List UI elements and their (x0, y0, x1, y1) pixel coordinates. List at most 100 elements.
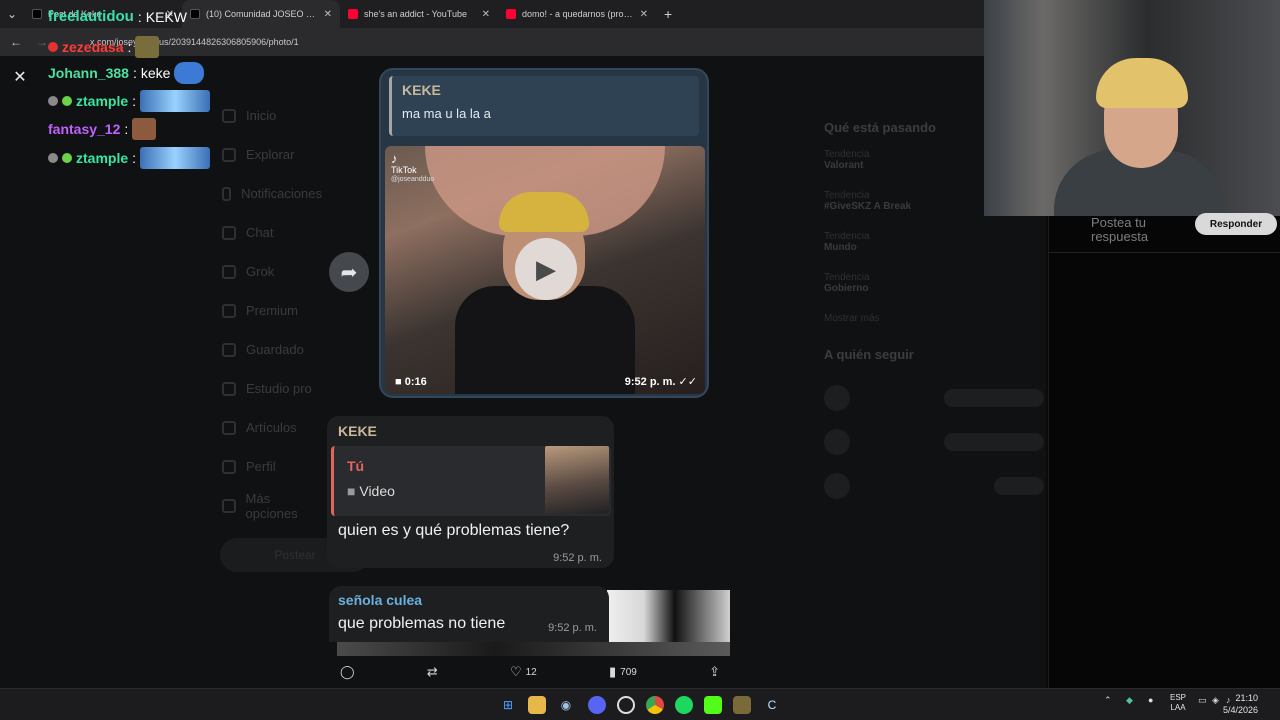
sidebar-item-label: Inicio (246, 108, 277, 123)
x-sidebar: Inicio Explorar Notificaciones Chat Grok… (222, 96, 322, 525)
follow-suggestion[interactable] (824, 420, 1044, 464)
lang-bottom: LAA (1170, 703, 1186, 713)
windows-start-icon[interactable]: ⊞ (499, 696, 517, 714)
new-tab-button[interactable]: + (656, 6, 680, 22)
tab-close-icon[interactable]: ✕ (482, 9, 490, 20)
bookmark-icon (222, 342, 236, 357)
webcam-feed (984, 0, 1280, 216)
sidebar-item-guardado[interactable]: Guardado (222, 330, 322, 369)
chat-badge-icon (62, 96, 72, 106)
taskbar-clock[interactable]: 21:10 5/4/2026 (1223, 693, 1258, 716)
language-indicator[interactable]: ESP LAA (1170, 693, 1186, 714)
chat-line: ztample: (48, 147, 211, 169)
video-figure-hat (499, 192, 589, 232)
message-sender: señola culea (338, 592, 423, 608)
play-icon[interactable]: ▶ (515, 238, 577, 300)
repost-action[interactable]: ⇄ (427, 664, 438, 680)
sidebar-item-premium[interactable]: Premium (222, 291, 322, 330)
tab-list-chevron-icon[interactable]: ⌄ (4, 7, 20, 21)
post-action-bar: ◯ ⇄ ♡ 12 ▮ 709 ⇪ (340, 662, 720, 682)
browser-tab-3[interactable]: she's an addict - YouTube ✕ (340, 0, 498, 28)
chat-line: ztample: (48, 90, 211, 112)
views-chart-icon: ▮ (609, 664, 617, 679)
browser-tab-2[interactable]: (10) Comunidad JOSEO EXCLUSIVO ✕ (182, 0, 340, 28)
spotify-icon[interactable] (675, 696, 693, 714)
tray-network-icon[interactable]: ◈ (1212, 695, 1219, 706)
tiktok-icon: ♪ (391, 151, 398, 166)
chat-line: Johann_388: keke (48, 62, 205, 84)
divider (1049, 252, 1280, 253)
chat-emote (135, 36, 160, 58)
file-explorer-icon[interactable] (528, 696, 546, 714)
trend-item[interactable]: Tendencia Mundo (824, 231, 1044, 272)
clock-time: 21:10 (1235, 693, 1258, 703)
sidebar-item-label: Perfil (246, 459, 276, 474)
sidebar-item-label: Chat (246, 225, 274, 240)
chat-badge-icon (48, 42, 58, 52)
follow-button[interactable] (944, 433, 1044, 451)
sidebar-item-notificaciones[interactable]: Notificaciones (222, 174, 322, 213)
reply-text: ma ma u la la a (402, 106, 491, 121)
sidebar-item-grok[interactable]: Grok (222, 252, 322, 291)
sidebar-item-mas-opciones[interactable]: Más opciones (222, 486, 322, 525)
sidebar-item-label: Estudio pro (246, 381, 312, 396)
reply-action[interactable]: ◯ (340, 664, 355, 680)
follow-button[interactable] (944, 389, 1044, 407)
video-thumbnail[interactable]: ♪ TikTok @joseandduo ▶ ■ 0:16 9:52 p. m.… (385, 146, 705, 394)
steam-icon[interactable]: ◉ (557, 696, 575, 714)
chat-username: freelautidou (48, 8, 134, 25)
views-action[interactable]: ▮ 709 (609, 664, 637, 680)
sidebar-item-explorar[interactable]: Explorar (222, 135, 322, 174)
tray-shield-icon[interactable]: ◆ (1126, 695, 1133, 706)
back-arrow-icon[interactable]: ← (8, 35, 24, 49)
obs-icon[interactable] (617, 696, 635, 714)
tray-chevron-icon[interactable]: ⌃ (1104, 695, 1112, 706)
tab-close-icon[interactable]: ✕ (324, 9, 332, 20)
sidebar-item-estudio[interactable]: Estudio pro (222, 369, 322, 408)
reply-quote[interactable]: Tú ■ Video (331, 446, 611, 516)
video-figure-shirt (455, 286, 635, 394)
message-text: que problemas no tiene (338, 615, 506, 632)
sidebar-item-inicio[interactable]: Inicio (222, 96, 322, 135)
tray-display-icon[interactable]: ▭ (1198, 695, 1207, 706)
trend-item[interactable]: Tendencia Gobierno (824, 272, 1044, 313)
follow-suggestion[interactable] (824, 464, 1044, 508)
tray-mic-icon[interactable]: ● (1148, 695, 1153, 705)
sidebar-item-articulos[interactable]: Artículos (222, 408, 322, 447)
follow-suggestion[interactable] (824, 376, 1044, 420)
follow-button[interactable] (994, 477, 1044, 495)
trend-category: Tendencia (824, 149, 870, 160)
like-action[interactable]: ♡ 12 (510, 664, 537, 680)
chat-badge-icon (48, 153, 58, 163)
kick-icon[interactable] (704, 696, 722, 714)
sidebar-item-perfil[interactable]: Perfil (222, 447, 322, 486)
chat-line: freelautidou: KEKW (48, 8, 187, 25)
reply-quote[interactable]: KEKE ma ma u la la a (389, 76, 699, 136)
reply-input[interactable]: Postea tu respuesta (1091, 215, 1181, 245)
sidebar-item-label: Más opciones (245, 490, 298, 521)
browser-tab-4[interactable]: domo! - a quedarnos (prod. @a... ✕ (498, 0, 656, 28)
chat-username: zezedasa (62, 39, 124, 55)
sidebar-item-chat[interactable]: Chat (222, 213, 322, 252)
follow-heading: A quién seguir (824, 347, 914, 362)
show-more-link[interactable]: Mostrar más (824, 313, 1044, 347)
message-text: quien es y qué problemas tiene? (338, 522, 570, 539)
chat-username: ztample (76, 150, 129, 166)
chat-colon: : (127, 39, 132, 55)
minecraft-icon[interactable] (733, 696, 751, 714)
discord-icon[interactable] (588, 696, 606, 714)
chrome-icon[interactable] (646, 696, 664, 714)
tab-close-icon[interactable]: ✕ (640, 9, 648, 20)
chat-colon: : (137, 8, 142, 25)
close-icon[interactable]: ✕ (10, 68, 30, 88)
heart-icon: ♡ (509, 664, 522, 679)
avatar (824, 473, 850, 499)
app-c-icon[interactable]: C (763, 696, 781, 714)
x-favicon-icon (32, 9, 42, 19)
chat-emote (132, 118, 157, 140)
forward-share-icon[interactable]: ➦ (329, 252, 369, 292)
tiktok-handle: @joseandduo (391, 176, 435, 184)
share-action[interactable]: ⇪ (709, 664, 720, 680)
reply-button[interactable]: Responder (1195, 213, 1277, 235)
sidebar-item-label: Artículos (246, 420, 297, 435)
